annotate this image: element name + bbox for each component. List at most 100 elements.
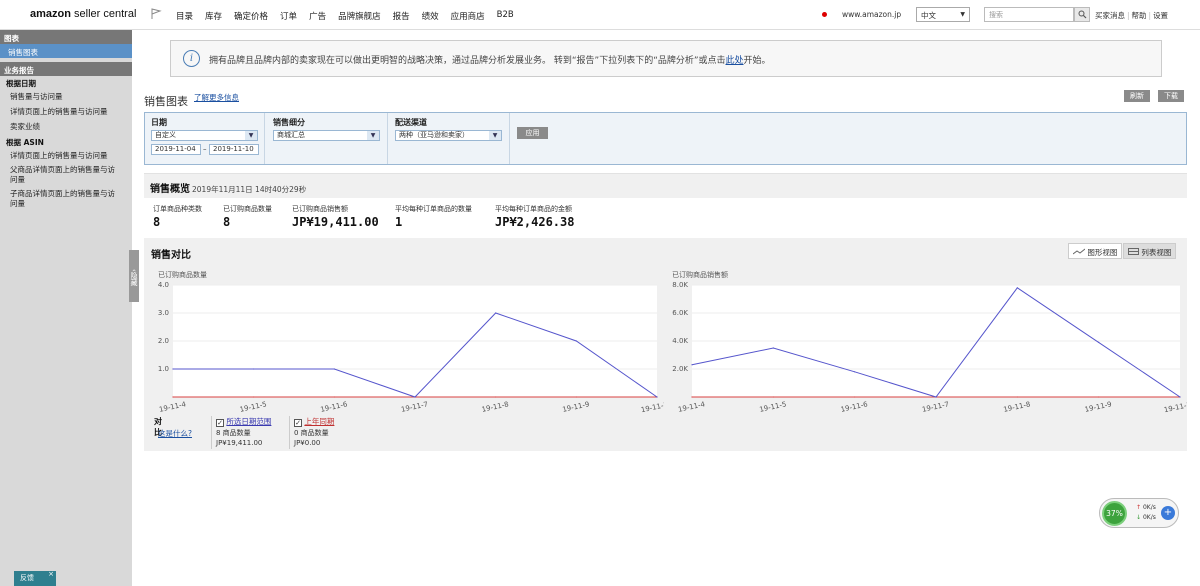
sidebar-group-by-date: 根据日期 (6, 79, 36, 88)
sidebar-item-seller-performance[interactable]: 卖家业绩 (0, 118, 132, 133)
memory-percent: 37% (1102, 501, 1127, 526)
x-tick-label: 19-11-5 (239, 400, 267, 414)
x-tick-label: 19-11-4 (158, 400, 187, 414)
download-button[interactable]: 下载 (1158, 90, 1184, 102)
plus-icon[interactable]: + (1161, 506, 1175, 520)
last-year-label[interactable]: 上年同期 (304, 417, 334, 426)
sidebar-item-detail-page-sales[interactable]: 详情页面上的销售量与访问量 (0, 103, 132, 118)
sidebar-group-by-asin: 根据 ASIN (6, 138, 44, 147)
date-range-value: 自定义 (155, 131, 176, 139)
data-point (935, 396, 937, 398)
last-year-sales: JP¥0.00 (294, 439, 321, 447)
nav-pricing[interactable]: 确定价格 (234, 10, 268, 22)
start-date-input[interactable]: 2019-11-04 (151, 144, 201, 155)
x-tick-label: 19-11-7 (400, 400, 428, 414)
search-input[interactable]: 搜索 (984, 7, 1074, 22)
table-view-button[interactable]: 列表视图 (1123, 243, 1177, 259)
y-tick-label: 6.0K (672, 309, 688, 317)
data-point (414, 396, 416, 398)
brand-analytics-link[interactable]: 此处 (726, 56, 744, 66)
top-links: 买家消息 | 帮助 | 设置 (1095, 10, 1168, 21)
breakdown-label: 销售细分 (273, 118, 305, 127)
metric-avg-sales: 平均每种订单商品的金额 JP¥2,426.38 (495, 204, 574, 229)
info-text-before: 拥有品牌且品牌内部的卖家现在可以做出更明智的战略决策，通过品牌分析发展业务。 转… (209, 56, 726, 66)
nav-appstore[interactable]: 应用商店 (451, 10, 485, 22)
date-range-select[interactable]: 自定义 ▼ (151, 130, 258, 141)
info-icon: i (183, 50, 200, 67)
collapse-label: 隐藏 (130, 271, 138, 286)
data-point (575, 396, 577, 398)
sales-overview: 销售概览 2019年11月11日 14时40分29秒 订单商品种类数 8 已订购商品… (144, 173, 1187, 231)
sidebar-item-parent-asin[interactable]: 父商品详情页面上的销售量与访问量 (0, 162, 132, 186)
top-bar: amazon seller central 目录 库存 确定价格 订单 广告 品… (0, 0, 1200, 30)
language-value: 中文 (921, 11, 936, 20)
japan-flag-icon (822, 12, 827, 17)
data-point (691, 396, 693, 398)
units-ordered-chart: 1.0 2.0 3.0 4.0 19-11-4 19-11-5 19-11-6 19-11-7… (158, 281, 664, 414)
x-tick-label: 19-11-10 (1163, 400, 1187, 414)
refresh-button[interactable]: 刷新 (1124, 90, 1150, 102)
legend-selected-range: ✓ 所选日期范围 8 商品数量 JP¥19,411.00 (211, 416, 286, 449)
nav-stores[interactable]: 品牌旗舰店 (338, 10, 381, 22)
settings-link[interactable]: 设置 (1153, 11, 1168, 20)
nav-performance[interactable]: 绩效 (422, 10, 439, 22)
selected-range-units: 8 商品数量 (216, 429, 251, 437)
sidebar-item-sales-traffic[interactable]: 销售量与访问量 (0, 91, 132, 103)
download-speed: ↓ 0K/s (1136, 514, 1156, 521)
channel-label: 配送渠道 (395, 118, 427, 127)
metric-label: 平均每种订单商品的金额 (495, 205, 572, 213)
breakdown-select[interactable]: 商城汇总 ▼ (273, 130, 380, 141)
x-tick-label: 19-11-6 (840, 400, 869, 414)
help-link[interactable]: 帮助 (1132, 11, 1147, 20)
x-tick-label: 19-11-5 (759, 400, 787, 414)
network-speed-widget[interactable]: 37% ↑ 0K/s ↓ 0K/s + (1099, 498, 1179, 528)
search-button[interactable] (1074, 7, 1090, 22)
last-year-units: 0 商品数量 (294, 429, 329, 437)
channel-select[interactable]: 两种（亚马逊和卖家） ▼ (395, 130, 502, 141)
sidebar-item-asin-detail[interactable]: 详情页面上的销售量与访问量 (0, 150, 132, 162)
selected-range-checkbox[interactable]: ✓ (216, 419, 224, 427)
data-point (854, 396, 856, 398)
metric-label: 已订购商品销售额 (292, 205, 348, 213)
nav-b2b[interactable]: B2B (497, 10, 514, 22)
sidebar-collapse-tab[interactable]: ‹隐藏 (129, 250, 139, 302)
sidebar-item-sales-dashboard[interactable]: 销售图表 (0, 44, 132, 58)
close-icon[interactable]: × (48, 570, 54, 578)
y-tick-label: 8.0K (672, 281, 688, 289)
sidebar-item-child-asin[interactable]: 子商品详情页面上的销售量与访问量 (0, 186, 132, 210)
metric-value: 1 (395, 215, 403, 229)
metric-label: 平均每种订单商品的数量 (395, 205, 472, 213)
filter-panel: 日期 自定义 ▼ 2019-11-04 – 2019-11-10 销售细分 商城汇… (144, 112, 1187, 165)
data-point (854, 371, 856, 373)
flag-icon[interactable] (150, 8, 162, 20)
nav-orders[interactable]: 订单 (280, 10, 297, 22)
apply-button[interactable]: 应用 (517, 127, 548, 139)
seller-central-logo[interactable]: amazon seller central (30, 8, 136, 20)
arrow-up-icon: ↑ (1136, 504, 1142, 511)
end-date-input[interactable]: 2019-11-10 (209, 144, 259, 155)
graph-view-button[interactable]: 图形视图 (1068, 243, 1123, 259)
learn-more-link[interactable]: 了解更多信息 (194, 92, 239, 103)
comparison-title: 销售对比 (151, 250, 191, 261)
nav-reports[interactable]: 报告 (393, 10, 410, 22)
info-text-after: 开始。 (743, 56, 771, 66)
y-tick-label: 4.0 (158, 281, 169, 289)
selected-range-label[interactable]: 所选日期范围 (226, 417, 271, 426)
language-select[interactable]: 中文 ▼ (916, 7, 970, 22)
date-separator: – (203, 145, 207, 153)
metric-value: JP¥2,426.38 (495, 215, 575, 229)
data-point (1098, 396, 1100, 398)
marketplace-domain[interactable]: www.amazon.jp (842, 10, 901, 19)
nav-advertising[interactable]: 广告 (309, 10, 326, 22)
table-view-label: 列表视图 (1141, 248, 1172, 257)
nav-inventory[interactable]: 库存 (205, 10, 222, 22)
what-is-this-link[interactable]: 这是什么? (158, 428, 192, 439)
channel-value: 两种（亚马逊和卖家） (399, 131, 469, 139)
last-year-checkbox[interactable]: ✓ (294, 419, 302, 427)
buyer-messages-link[interactable]: 买家消息 (1095, 11, 1125, 20)
logo-text: seller central (70, 8, 137, 20)
overview-header: 销售概览 2019年11月11日 14时40分29秒 (144, 174, 1187, 198)
feedback-button[interactable]: 反馈 × (14, 570, 56, 586)
data-point (333, 368, 335, 370)
nav-catalog[interactable]: 目录 (176, 10, 193, 22)
